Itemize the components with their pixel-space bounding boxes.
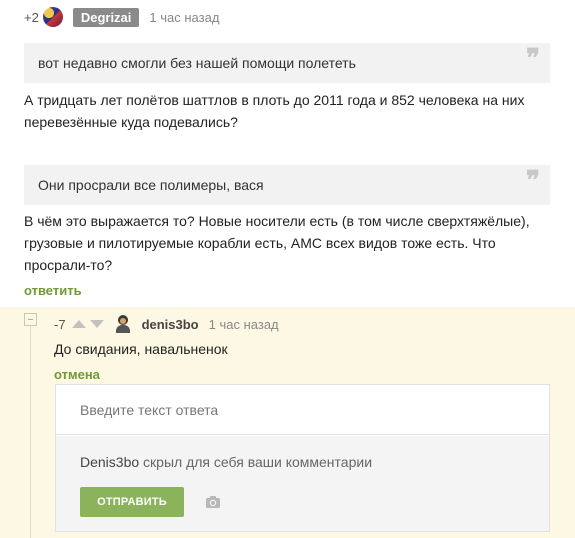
author-name[interactable]: denis3bo [142, 317, 199, 332]
comment-text: До свидания, навальненок [54, 341, 228, 357]
quote-text: Они просрали все полимеры, вася [38, 177, 264, 193]
submit-button[interactable]: ОТПРАВИТЬ [80, 487, 184, 517]
quote-block: вот недавно смогли без нашей помощи поле… [24, 43, 550, 83]
camera-icon[interactable] [205, 494, 221, 510]
collapse-thread-button[interactable] [24, 313, 37, 326]
author-name[interactable]: Degrizai [72, 7, 140, 27]
thread-line [30, 321, 31, 538]
quote-text: вот недавно смогли без нашей помощи поле… [38, 55, 356, 71]
comment-time[interactable]: 1 час назад [209, 317, 279, 332]
quote-block: Они просрали все полимеры, вася ❞ [24, 165, 550, 205]
cancel-link[interactable]: отмена [54, 367, 100, 382]
reply-input[interactable] [56, 385, 549, 435]
comment-denis3bo: -7 denis3bo 1 час назад До свидания, нав… [0, 307, 575, 538]
avatar[interactable] [42, 7, 63, 27]
hidden-notice-text: скрыл для себя ваши комментарии [139, 454, 373, 470]
quote-icon: ❞ [526, 44, 540, 74]
comment-time[interactable]: 1 час назад [149, 10, 219, 25]
comment-degrizai: +2 Degrizai 1 час назад вот недавно смог… [0, 0, 575, 307]
upvote-arrow-icon[interactable] [71, 320, 86, 328]
comment-header: -7 denis3bo 1 час назад [54, 313, 279, 335]
reply-link[interactable]: ответить [24, 283, 82, 298]
comment-header: +2 Degrizai 1 час назад [24, 6, 219, 28]
comment-paragraph: В чём это выражается то? Новые носители … [24, 213, 530, 273]
hidden-comments-notice: Denis3bo скрыл для себя ваши комментарии [80, 454, 372, 470]
comment-rating: -7 [54, 316, 66, 332]
comment-rating: +2 [24, 9, 39, 25]
hidden-notice-user: Denis3bo [80, 454, 140, 470]
avatar[interactable] [114, 315, 132, 333]
reply-form: Denis3bo скрыл для себя ваши комментарии… [55, 384, 550, 532]
comment-paragraph: А тридцать лет полётов шаттлов в плоть д… [24, 92, 525, 130]
downvote-arrow-icon[interactable] [89, 320, 104, 328]
reply-form-footer: Denis3bo скрыл для себя ваши комментарии… [56, 436, 549, 531]
quote-icon: ❞ [526, 166, 540, 196]
